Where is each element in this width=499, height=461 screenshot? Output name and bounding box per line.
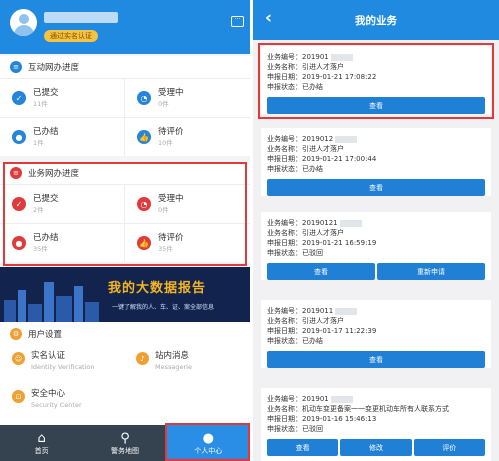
banner-title: 我的大数据报告: [108, 281, 207, 296]
progress-to-review[interactable]: 👍 待评价 10件: [125, 117, 250, 156]
progress-to-review[interactable]: 👍 待评价 35件: [125, 223, 250, 262]
clock-icon: ◔: [137, 197, 151, 211]
view-button[interactable]: 查看: [267, 439, 339, 456]
business-card: 业务编号：201901 业务名称：机动车变更备案一一变更机动车所有人联系方式 申…: [261, 388, 491, 461]
business-card: 业务编号：2019011 业务名称：引进人才落户 申报日期：2019-01-17…: [261, 300, 491, 368]
drop-icon: ●: [12, 130, 26, 144]
verified-badge: 通过实名认证: [44, 30, 98, 42]
reapply-button[interactable]: 重新申请: [377, 263, 485, 280]
evaluate-button[interactable]: 评价: [413, 439, 485, 456]
check-icon: ✓: [12, 91, 26, 105]
section-title: 互动网办进度: [28, 63, 80, 73]
progress-completed[interactable]: ● 已办结 35件: [0, 223, 125, 262]
tab-home[interactable]: ⌂ 首页: [0, 425, 83, 461]
big-data-banner[interactable]: 我的大数据报告 一键了解我的人、车、证、案全部信息: [0, 267, 250, 322]
progress-submitted[interactable]: ✓ 已提交 11件: [0, 78, 125, 117]
site-messages-item[interactable]: ♪ 站内消息 Messagerie: [136, 350, 192, 386]
thumbs-up-icon: 👍: [137, 236, 151, 250]
settings-icon: ⚙: [10, 328, 22, 340]
progress-processing[interactable]: ◔ 受理中 0件: [125, 184, 250, 223]
tab-police-map[interactable]: ⚲ 警务地图: [83, 425, 166, 461]
progress-completed[interactable]: ● 已办结 1件: [0, 117, 125, 156]
check-icon: ✓: [12, 197, 26, 211]
business-progress-section: ≡ 业务网办进度 ✓ 已提交 2件 ◔ 受理中 0件 ● 已办结 35件 👍 待评价 3…: [0, 162, 250, 262]
tab-personal-center[interactable]: ● 个人中心: [166, 425, 250, 461]
view-button[interactable]: 查看: [267, 351, 485, 368]
list-icon: ≡: [10, 61, 22, 73]
bottom-tab-bar: ⌂ 首页 ⚲ 警务地图 ● 个人中心: [0, 425, 250, 461]
modify-button[interactable]: 修改: [340, 439, 412, 456]
location-pin-icon: ⚲: [120, 430, 130, 446]
avatar[interactable]: [10, 9, 37, 36]
view-button[interactable]: 查看: [267, 263, 375, 280]
drop-icon: ●: [12, 236, 26, 250]
home-icon: ⌂: [37, 430, 46, 446]
user-icon: ☺: [12, 352, 25, 365]
person-icon: ●: [202, 430, 214, 446]
left-screen: 通过实名认证 ··· ≡ 互动网办进度 ✓ 已提交 11件 ◔ 受理中 0件 ● 已…: [0, 0, 250, 461]
security-center-item[interactable]: ⊡ 安全中心 Security Center: [12, 388, 82, 424]
progress-processing[interactable]: ◔ 受理中 0件: [125, 78, 250, 117]
view-button[interactable]: 查看: [267, 97, 485, 114]
clock-icon: ◔: [137, 91, 151, 105]
interactive-progress-section: ≡ 互动网办进度 ✓ 已提交 11件 ◔ 受理中 0件 ● 已办结 1件 👍 待评价 1…: [0, 56, 250, 156]
bell-icon: ♪: [136, 352, 149, 365]
thumbs-up-icon: 👍: [137, 130, 151, 144]
list-icon: ≡: [10, 167, 22, 179]
business-card: 业务编号：20190121 业务名称：引进人才落户 申报日期：2019-01-2…: [261, 212, 491, 280]
progress-submitted[interactable]: ✓ 已提交 2件: [0, 184, 125, 223]
username-redacted: [44, 12, 118, 23]
profile-header: 通过实名认证 ···: [0, 0, 250, 54]
view-button[interactable]: 查看: [267, 179, 485, 196]
business-card: 业务编号：2019012 业务名称：引进人才落户 申报日期：2019-01-21…: [261, 128, 491, 196]
lock-icon: ⊡: [12, 390, 25, 403]
section-title: 用户设置: [28, 330, 63, 340]
page-header: ‹ 我的业务: [253, 0, 499, 40]
message-icon[interactable]: ···: [231, 16, 244, 27]
business-card: 业务编号：201901 业务名称：引进人才落户 申报日期：2019-01-21 …: [261, 46, 491, 114]
identity-verification-item[interactable]: ☺ 实名认证 Identity Verification: [12, 350, 95, 386]
section-title: 业务网办进度: [28, 169, 80, 179]
right-screen: ‹ 我的业务 业务编号：201901 业务名称：引进人才落户 申报日期：2019…: [253, 0, 499, 461]
page-title: 我的业务: [355, 15, 397, 27]
user-settings-section: ⚙ 用户设置 ☺ 实名认证 Identity Verification ♪ 站内消…: [0, 322, 250, 425]
banner-subtitle: 一键了解我的人、车、证、案全部信息: [112, 304, 215, 311]
